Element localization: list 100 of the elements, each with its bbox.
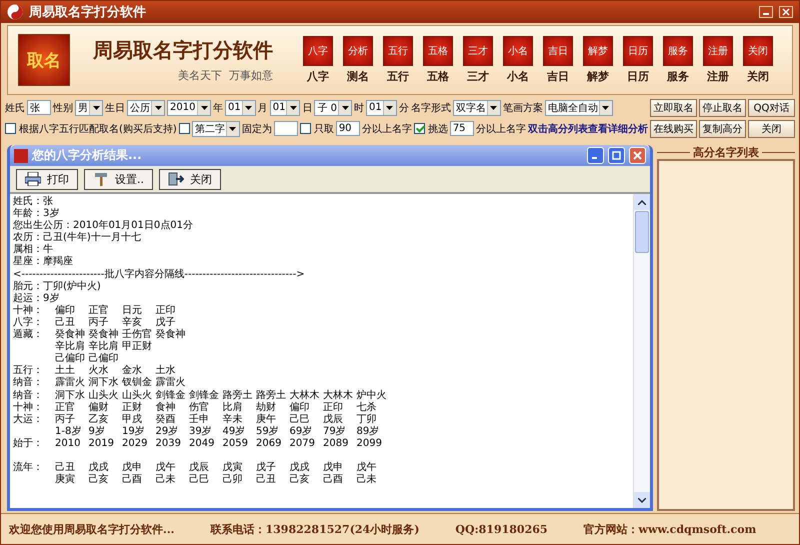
minimize-button[interactable] bbox=[759, 6, 773, 18]
result-cell: 正官 bbox=[55, 402, 75, 413]
result-cell: 路旁土 bbox=[222, 390, 252, 400]
field-label: 性别 bbox=[53, 102, 73, 114]
result-cell: 甲正财 bbox=[122, 341, 152, 352]
dropdown[interactable]: 01 bbox=[225, 100, 256, 116]
analysis-link[interactable]: 双击高分列表查看详细分析 bbox=[528, 122, 648, 136]
input-field[interactable]: 90 bbox=[336, 121, 360, 136]
checkbox[interactable] bbox=[5, 123, 16, 134]
result-cell: 正官 bbox=[88, 304, 108, 316]
caret-icon bbox=[490, 106, 498, 110]
dropdown[interactable]: 01 bbox=[366, 100, 397, 116]
result-cell: 金水 bbox=[122, 365, 142, 376]
result-cell: 食神 bbox=[156, 402, 176, 413]
result-cell: 1-8岁 bbox=[55, 426, 82, 437]
result-cell: 29岁 bbox=[156, 426, 178, 437]
row-label: 五行： bbox=[13, 365, 43, 376]
result-cell: 己偏印 bbox=[55, 353, 85, 364]
result-cell: 己丑 bbox=[55, 316, 75, 328]
result-cell: 辛亥 bbox=[122, 316, 142, 328]
result-cell: 丙子 bbox=[88, 316, 108, 328]
close-icon bbox=[633, 151, 642, 160]
scrollbar[interactable] bbox=[633, 194, 650, 508]
result-cell: 2099 bbox=[356, 438, 382, 449]
dropdown[interactable]: 2010 bbox=[167, 100, 211, 116]
result-cell: 己偏印 bbox=[88, 353, 118, 364]
checkbox-label: 根据八字五行匹配取名(购买后支持) bbox=[19, 122, 177, 136]
input-field[interactable] bbox=[274, 121, 298, 136]
action-button[interactable]: 立即取名 bbox=[650, 98, 697, 116]
result-cell: 日元 bbox=[122, 304, 142, 316]
maximize-button[interactable] bbox=[608, 147, 625, 164]
result-cell: 戊辰 bbox=[323, 414, 343, 425]
dropdown[interactable]: 子 0 bbox=[314, 100, 352, 116]
action-button[interactable]: QQ对话 bbox=[748, 98, 795, 116]
field-label: 时 bbox=[354, 102, 364, 114]
result-cell: 火水 bbox=[88, 365, 108, 376]
status-text: 联系电话：13982281527(24小时服务) bbox=[210, 522, 420, 536]
action-button[interactable]: 复制高分 bbox=[699, 120, 746, 138]
checkbox[interactable] bbox=[178, 123, 190, 134]
dropdown[interactable]: 电脑全自动 bbox=[544, 100, 613, 116]
caret-icon bbox=[386, 106, 394, 110]
field-label: 分以上名字 bbox=[476, 122, 526, 136]
row-label: 纳音： bbox=[13, 377, 43, 388]
result-cell: 戊子 bbox=[256, 462, 276, 474]
field-label: 日 bbox=[302, 102, 312, 114]
row-label: 流年： bbox=[13, 462, 43, 474]
scroll-thumb[interactable] bbox=[635, 211, 649, 253]
result-cell: 戊午 bbox=[356, 462, 376, 474]
result-cell: 己丑 bbox=[55, 462, 75, 474]
status-text: QQ:819180265 bbox=[455, 522, 548, 536]
action-button[interactable]: 关闭 bbox=[748, 120, 795, 138]
result-cell: 剑锋金 bbox=[189, 390, 219, 400]
action-button[interactable]: 停止取名 bbox=[699, 98, 746, 116]
result-cell: 己亥 bbox=[88, 474, 108, 486]
name-list[interactable] bbox=[657, 159, 795, 511]
close-button[interactable] bbox=[779, 6, 793, 18]
result-cell: 辛比肩 bbox=[55, 341, 85, 352]
dialog-title: 您的八字分析结果... bbox=[32, 147, 142, 164]
result-cell: 2059 bbox=[222, 438, 248, 449]
input-field[interactable]: 75 bbox=[450, 121, 474, 136]
result-cell: 戊寅 bbox=[222, 462, 242, 474]
checkbox[interactable] bbox=[414, 123, 425, 134]
dropdown[interactable]: 双字名 bbox=[452, 100, 501, 116]
result-cell: 大林木 bbox=[290, 390, 320, 400]
field-label: 名字形式 bbox=[410, 102, 451, 114]
result-cell: 己卯 bbox=[222, 474, 242, 486]
result-cell: 89岁 bbox=[356, 426, 380, 437]
result-cell: 69岁 bbox=[290, 426, 312, 437]
result-cell: 正印 bbox=[323, 402, 343, 413]
caret-icon bbox=[92, 106, 100, 110]
result-cell: 己亥 bbox=[290, 474, 310, 486]
dropdown[interactable]: 男 bbox=[75, 100, 103, 116]
field-label: 笔画方案 bbox=[502, 102, 543, 114]
checkbox[interactable] bbox=[300, 123, 311, 134]
field-label: 固定为 bbox=[242, 122, 272, 136]
dropdown[interactable]: 01 bbox=[270, 100, 300, 116]
result-cell: 戊申 bbox=[323, 462, 343, 474]
result-cell: 19岁 bbox=[122, 426, 145, 437]
result-cell: 山头火 bbox=[88, 390, 118, 400]
result-cell: 癸食神 bbox=[88, 329, 118, 340]
result-cell: 壬伤官 bbox=[122, 329, 152, 340]
row-label: 八字： bbox=[13, 316, 43, 328]
result-cell: 39岁 bbox=[189, 426, 212, 437]
result-cell: 劫财 bbox=[256, 402, 276, 413]
result-cell: 钗钏金 bbox=[122, 377, 152, 388]
action-button[interactable]: 在线购买 bbox=[650, 120, 697, 138]
dropdown[interactable]: 第二字 bbox=[192, 120, 240, 136]
caret-icon bbox=[200, 106, 208, 110]
status-text: 欢迎您使用周易取名字打分软件... bbox=[9, 522, 174, 536]
caret-icon bbox=[290, 106, 297, 110]
input-field[interactable]: 张 bbox=[27, 100, 51, 115]
toolbar-button[interactable]: 设置.. bbox=[84, 168, 153, 190]
result-cell: 己酉 bbox=[122, 474, 142, 486]
dropdown[interactable]: 公历 bbox=[127, 100, 165, 116]
toolbar-button[interactable]: 打印 bbox=[16, 168, 78, 190]
result-cell: 9岁 bbox=[88, 426, 105, 437]
result-cell: 戊戌 bbox=[88, 462, 108, 474]
toolbar-button[interactable]: 关闭 bbox=[159, 168, 221, 190]
result-cell: 2049 bbox=[189, 438, 214, 449]
row-label: 大运： bbox=[13, 414, 43, 425]
